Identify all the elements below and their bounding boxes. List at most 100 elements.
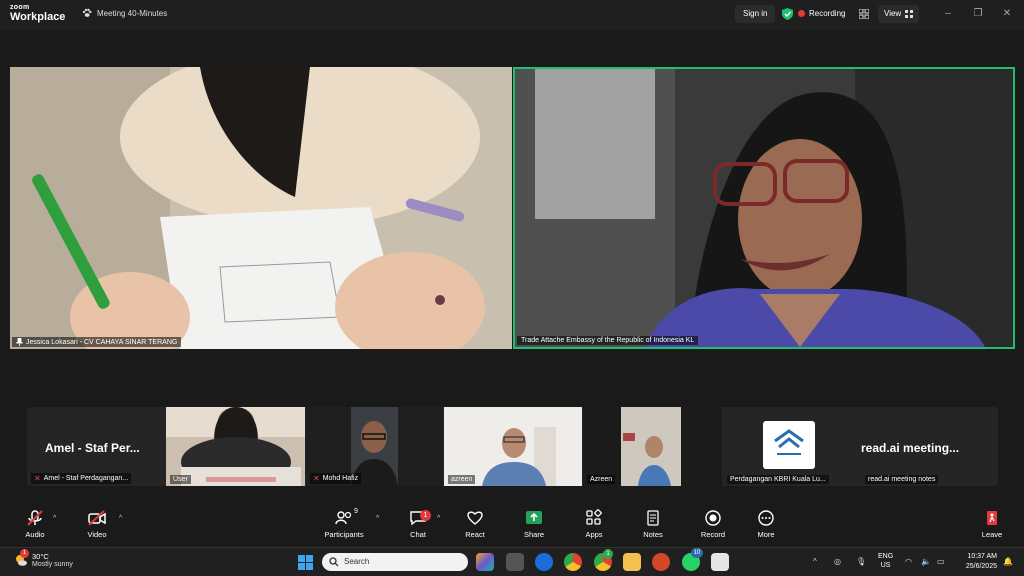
participant-name: Mohd Hafiz	[322, 475, 359, 482]
zoom-logo: zoom Workplace	[10, 4, 65, 23]
view-label: View	[884, 9, 902, 18]
chrome-badge: 1	[603, 549, 613, 559]
view-grid-icon	[905, 10, 914, 18]
clock-date: 25/6/2025	[965, 563, 997, 570]
participant-label: User	[170, 475, 191, 484]
tray-app-icon[interactable]: ◎	[834, 557, 841, 566]
search-placeholder: Search	[344, 557, 370, 566]
file-explorer-icon[interactable]	[623, 553, 641, 571]
participant-name: read.ai meeting notes	[868, 476, 936, 483]
sun-cloud-icon: 1	[14, 549, 29, 567]
participant-tile[interactable]: read.ai meeting... read.ai meeting notes	[861, 407, 998, 486]
video-options-caret[interactable]: ^	[119, 515, 122, 522]
view-button[interactable]: View	[878, 5, 920, 23]
kbri-logo-icon	[763, 421, 815, 469]
video-feed-speaker	[515, 69, 1013, 347]
meeting-controls: Audio ^ Video ^ Participants 9 ^ Chat 1 …	[0, 505, 1024, 547]
share-screen-icon	[526, 511, 542, 524]
participant-strip: Amel - Staf Per... ✕ Amel - Staf Perdaga…	[27, 407, 998, 486]
lang-region: US	[880, 562, 891, 569]
participant-name: Trade Attache Embassy of the Republic of…	[521, 337, 695, 344]
chat-options-caret[interactable]: ^	[437, 515, 440, 522]
share-label: Share	[523, 530, 544, 539]
video-feed-writing	[10, 67, 512, 349]
participant-name: azreen	[451, 476, 473, 483]
logo-line-2: Workplace	[10, 11, 66, 23]
leave-button[interactable]: Leave	[967, 509, 1017, 539]
recording-indicator[interactable]: Recording	[798, 9, 845, 18]
copilot-app-icon[interactable]	[476, 553, 494, 571]
tray-overflow-icon[interactable]: ^	[813, 557, 817, 566]
chrome-app-icon[interactable]	[564, 553, 582, 571]
gallery-grid-icon[interactable]	[859, 9, 869, 19]
video-label: Video	[87, 530, 107, 539]
video-tile-trade-attache[interactable]: Trade Attache Embassy of the Republic of…	[513, 67, 1015, 349]
restore-button[interactable]: ❐	[971, 8, 985, 19]
participant-tile[interactable]: azreen	[444, 407, 582, 486]
audio-options-caret[interactable]: ^	[53, 515, 56, 522]
participants-icon	[335, 511, 352, 525]
taskbar-clock[interactable]: 10:37 AM 25/6/2025	[957, 552, 997, 572]
participant-tile[interactable]: Perdagangan KBRI Kuala Lu...	[723, 407, 860, 486]
notes-button[interactable]: Notes	[628, 509, 678, 539]
video-button[interactable]: Video	[72, 509, 122, 539]
taskbar-search[interactable]: Search	[322, 553, 468, 571]
audio-label: Audio	[25, 530, 45, 539]
participant-label: read.ai meeting notes	[865, 475, 939, 484]
react-button[interactable]: React	[450, 509, 500, 539]
wifi-icon[interactable]: ◠	[905, 557, 912, 566]
participant-name-tag: Jessica Lokasari - CV CAHAYA SINAR TERAN…	[12, 337, 182, 347]
record-button[interactable]: Record	[688, 509, 738, 539]
participants-options-caret[interactable]: ^	[376, 515, 379, 522]
close-button[interactable]: ✕	[1000, 8, 1014, 19]
volume-muted-icon[interactable]: 🔈	[921, 557, 931, 566]
snipping-tool-icon[interactable]	[711, 553, 729, 571]
participant-display-name: Amel - Staf Per...	[45, 441, 140, 455]
task-view-icon[interactable]	[506, 553, 524, 571]
weather-widget[interactable]: 1 30°C Mostly sunny	[14, 549, 73, 568]
powerpoint-app-icon[interactable]	[652, 553, 670, 571]
microphone-icon[interactable]: 🎙	[856, 557, 866, 566]
participant-tile[interactable]: Azreen	[583, 407, 722, 486]
record-dot-icon	[798, 10, 805, 17]
windows-taskbar: 1 30°C Mostly sunny Search 1 10 ^ ◎ 🎙 EN…	[0, 547, 1024, 576]
participants-button[interactable]: Participants	[320, 509, 368, 539]
leave-icon	[987, 511, 997, 525]
battery-icon[interactable]: ▭	[937, 557, 945, 566]
meeting-info[interactable]: Meeting 40-Minutes	[82, 8, 167, 18]
windows-start-icon[interactable]	[298, 555, 313, 570]
apps-icon	[586, 509, 602, 525]
recording-label: Recording	[809, 9, 846, 18]
whatsapp-badge: 10	[691, 548, 703, 558]
participants-count: 9	[354, 508, 358, 515]
weather-temp: 30°C	[32, 552, 49, 561]
chat-button[interactable]: Chat	[393, 509, 443, 539]
language-indicator[interactable]: ENG US	[878, 552, 893, 570]
chrome-profile-icon[interactable]: 1	[594, 549, 613, 571]
search-icon	[329, 557, 339, 567]
participant-tile[interactable]: User	[166, 407, 305, 486]
participant-tile[interactable]: Amel - Staf Per... ✕ Amel - Staf Perdaga…	[27, 407, 165, 486]
sign-in-button[interactable]: Sign in	[735, 5, 776, 23]
participant-label: ✕ Amel - Staf Perdagangan...	[31, 473, 132, 484]
zoom-app-icon[interactable]	[535, 553, 553, 571]
minimize-button[interactable]: –	[941, 8, 955, 19]
more-label: More	[757, 530, 775, 539]
participant-name: User	[173, 476, 188, 483]
lang-code: ENG	[878, 553, 894, 560]
react-label: React	[465, 530, 485, 539]
share-button[interactable]: Share	[509, 509, 559, 539]
whatsapp-app-icon[interactable]: 10	[682, 548, 703, 571]
apps-button[interactable]: Apps	[569, 509, 619, 539]
more-button[interactable]: More	[741, 509, 791, 539]
mic-muted-icon: ✕	[313, 474, 320, 483]
notifications-icon[interactable]: 🔔	[1003, 557, 1013, 566]
audio-button[interactable]: Audio	[10, 509, 60, 539]
apps-label: Apps	[585, 530, 603, 539]
logo-line-1: zoom	[10, 4, 30, 11]
record-label: Record	[700, 530, 726, 539]
participant-tile[interactable]: ✕ Mohd Hafiz	[306, 407, 443, 486]
participant-name: Azreen	[590, 476, 613, 483]
shield-check-icon[interactable]	[782, 8, 793, 20]
video-tile-jessica[interactable]: Jessica Lokasari - CV CAHAYA SINAR TERAN…	[10, 67, 512, 349]
